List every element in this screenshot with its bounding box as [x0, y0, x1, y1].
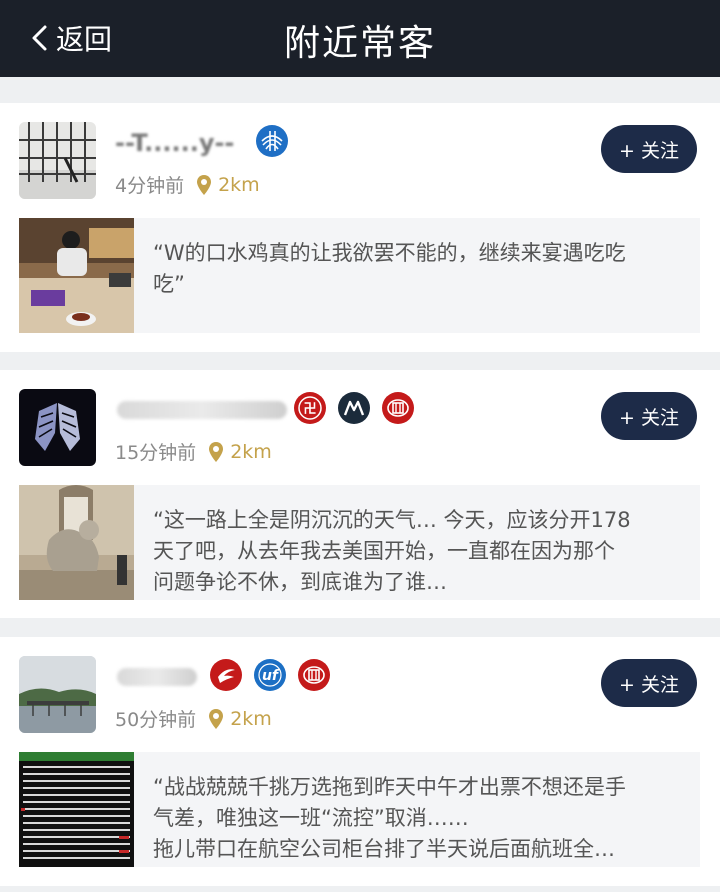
page-title: 附近常客 [283, 23, 436, 64]
distance: 2km [230, 440, 272, 463]
post-quote: “这一路上全是阴沉沉的天气… 今天，应该分开178 天了吧，从去年我去美国开始，… [153, 508, 631, 594]
username [115, 661, 199, 693]
svg-text:uf: uf [262, 668, 280, 684]
hilton-honors-icon [382, 392, 414, 424]
meta-info: 15分钟前 2km [115, 438, 272, 465]
hilton-red-icon: 卍 [294, 392, 326, 424]
user-card: uf 50分钟前 2km + 关注 “战战兢兢千挑万选拖到昨天中午才出票不想还是… [0, 637, 720, 886]
username: --T......y-- [115, 129, 235, 157]
avatar[interactable] [19, 122, 96, 199]
marriott-icon [338, 392, 370, 424]
user-card: --T......y-- 4分钟前 2km + 关注 “W的口水鸡真的让我欲罢不… [0, 103, 720, 352]
follow-button[interactable]: + 关注 [601, 125, 697, 173]
avatar[interactable] [19, 656, 96, 733]
china-eastern-icon [210, 659, 242, 691]
svg-text:卍: 卍 [303, 402, 316, 417]
post-thumbnail [19, 218, 134, 333]
time-ago: 15分钟前 [115, 442, 197, 464]
meta-info: 4分钟前 2km [115, 171, 260, 198]
distance: 2km [230, 707, 272, 730]
user-card: 卍 15分钟前 2km + 关注 “这一路上全是阴沉沉的天气… 今天，应该分开1… [0, 370, 720, 618]
navigation-bar: 返回 附近常客 [0, 0, 720, 77]
united-airlines-icon [256, 125, 288, 157]
distance: 2km [218, 173, 260, 196]
post-thumbnail [19, 752, 134, 867]
location-pin-icon [197, 174, 212, 195]
badges: 卍 [294, 392, 414, 424]
badges: uf [210, 659, 330, 691]
follow-button[interactable]: + 关注 [601, 659, 697, 707]
follow-button[interactable]: + 关注 [601, 392, 697, 440]
post-preview[interactable]: “W的口水鸡真的让我欲罢不能的，继续来宴遇吃吃 吃” [19, 218, 700, 333]
hilton-honors-icon [298, 659, 330, 691]
post-preview[interactable]: “战战兢兢千挑万选拖到昨天中午才出票不想还是手 气差，唯独这一班“流控”取消……… [19, 752, 700, 867]
post-quote: “战战兢兢千挑万选拖到昨天中午才出票不想还是手 气差，唯独这一班“流控”取消……… [153, 775, 626, 861]
post-thumbnail [19, 485, 134, 600]
time-ago: 50分钟前 [115, 709, 197, 731]
location-pin-icon [209, 708, 224, 729]
post-preview[interactable]: “这一路上全是阴沉沉的天气… 今天，应该分开178 天了吧，从去年我去美国开始，… [19, 485, 700, 600]
meta-info: 50分钟前 2km [115, 705, 272, 732]
location-pin-icon [209, 441, 224, 462]
badges [256, 125, 288, 157]
time-ago: 4分钟前 [115, 175, 185, 197]
china-southern-icon: uf [254, 659, 286, 691]
avatar[interactable] [19, 389, 96, 466]
username [115, 394, 289, 426]
post-quote: “W的口水鸡真的让我欲罢不能的，继续来宴遇吃吃 吃” [153, 241, 626, 296]
